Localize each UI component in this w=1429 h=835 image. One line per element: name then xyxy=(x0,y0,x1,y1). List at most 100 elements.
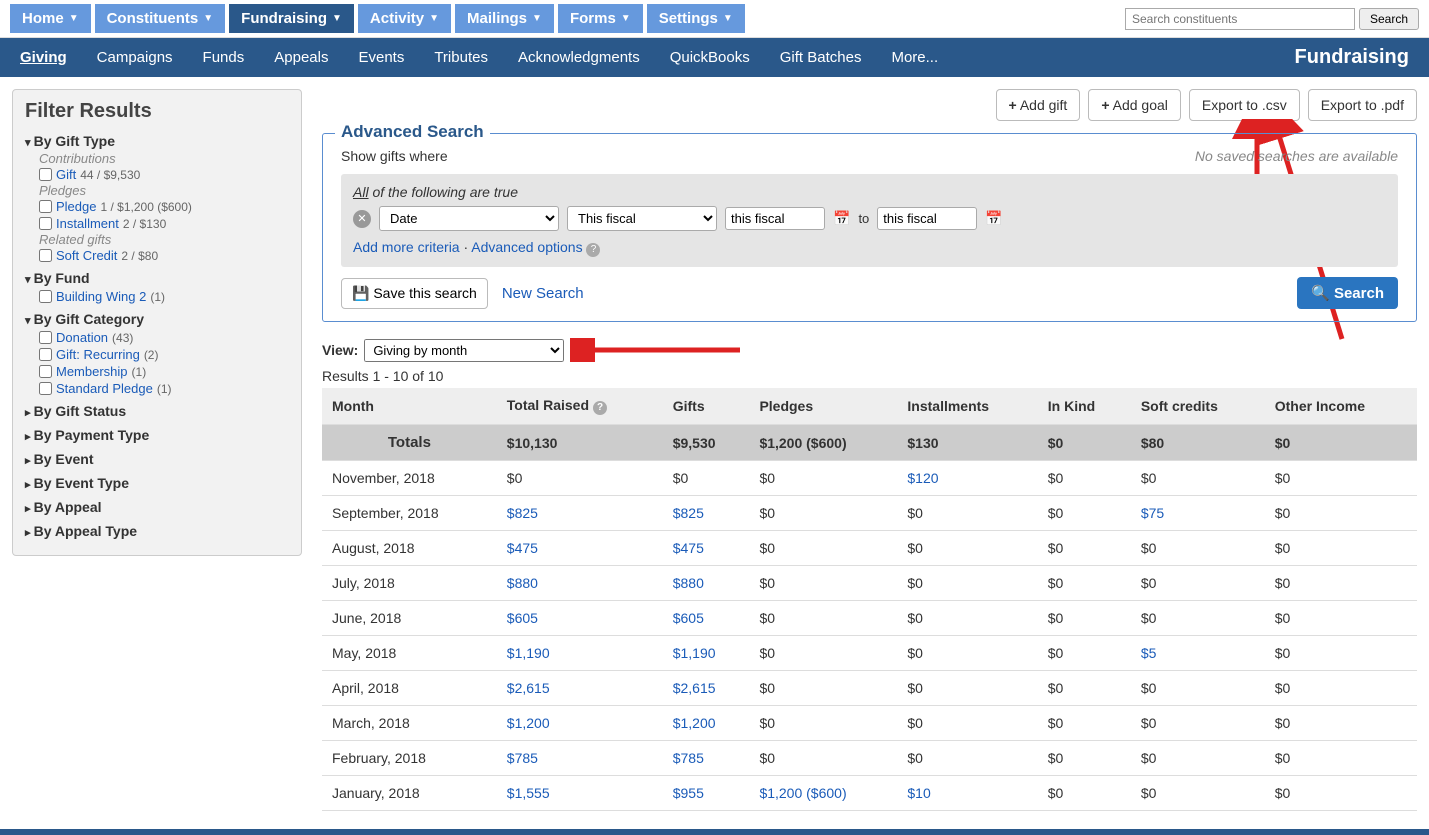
filter-link[interactable]: Soft Credit xyxy=(56,248,117,263)
search-input[interactable] xyxy=(1125,8,1355,30)
filter-link[interactable]: Building Wing 2 xyxy=(56,289,146,304)
help-icon[interactable]: ? xyxy=(586,243,600,257)
remove-criteria-icon[interactable]: ✕ xyxy=(353,210,371,228)
col-total-raised[interactable]: Total Raised? xyxy=(497,388,663,425)
col-month[interactable]: Month xyxy=(322,388,497,425)
filter-item[interactable]: Soft Credit 2 / $80 xyxy=(39,247,289,264)
cell-link[interactable]: $825 xyxy=(507,505,538,521)
cell-link[interactable]: $785 xyxy=(673,750,704,766)
filter-by-fund[interactable]: By Fund xyxy=(25,268,289,288)
filter-link[interactable]: Installment xyxy=(56,216,119,231)
col-gifts[interactable]: Gifts xyxy=(663,388,750,425)
subnav-giving[interactable]: Giving xyxy=(20,49,67,66)
advanced-options-link[interactable]: Advanced options xyxy=(471,239,582,255)
cell-link[interactable]: $605 xyxy=(673,610,704,626)
filter-item[interactable]: Installment 2 / $130 xyxy=(39,215,289,232)
col-installments[interactable]: Installments xyxy=(897,388,1037,425)
filter-by-event-type[interactable]: By Event Type xyxy=(25,473,289,493)
subnav-funds[interactable]: Funds xyxy=(203,49,245,66)
cell-link[interactable]: $880 xyxy=(673,575,704,591)
filter-checkbox[interactable] xyxy=(39,290,52,303)
filter-checkbox[interactable] xyxy=(39,331,52,344)
filter-by-event[interactable]: By Event xyxy=(25,449,289,469)
calendar-from-icon[interactable]: 📅 xyxy=(833,210,850,227)
cell-link[interactable]: $5 xyxy=(1141,645,1157,661)
cell-link[interactable]: $1,200 xyxy=(507,715,550,731)
filter-checkbox[interactable] xyxy=(39,365,52,378)
cell-link[interactable]: $1,200 ($600) xyxy=(759,785,846,801)
subnav-more-[interactable]: More... xyxy=(891,49,938,66)
filter-item[interactable]: Standard Pledge (1) xyxy=(39,380,289,397)
filter-item[interactable]: Membership (1) xyxy=(39,363,289,380)
nav-fundraising[interactable]: Fundraising ▼ xyxy=(229,4,354,33)
save-search-button[interactable]: 💾 Save this search xyxy=(341,278,488,309)
filter-link[interactable]: Standard Pledge xyxy=(56,381,153,396)
cell-link[interactable]: $475 xyxy=(507,540,538,556)
filter-item[interactable]: Pledge 1 / $1,200 ($600) xyxy=(39,198,289,215)
filter-by-appeal[interactable]: By Appeal xyxy=(25,497,289,517)
filter-checkbox[interactable] xyxy=(39,249,52,262)
filter-checkbox[interactable] xyxy=(39,382,52,395)
subnav-campaigns[interactable]: Campaigns xyxy=(97,49,173,66)
subnav-events[interactable]: Events xyxy=(358,49,404,66)
col-other-income[interactable]: Other Income xyxy=(1265,388,1417,425)
filter-checkbox[interactable] xyxy=(39,168,52,181)
filter-checkbox[interactable] xyxy=(39,217,52,230)
cell-link[interactable]: $825 xyxy=(673,505,704,521)
date-from-input[interactable] xyxy=(725,207,825,230)
cell-link[interactable]: $1,190 xyxy=(673,645,716,661)
view-select[interactable]: Giving by month xyxy=(364,339,564,362)
filter-checkbox[interactable] xyxy=(39,348,52,361)
subnav-acknowledgments[interactable]: Acknowledgments xyxy=(518,49,640,66)
export-csv-button[interactable]: Export to .csv xyxy=(1189,89,1300,121)
filter-item[interactable]: Gift: Recurring (2) xyxy=(39,346,289,363)
nav-mailings[interactable]: Mailings ▼ xyxy=(455,4,554,33)
cell-link[interactable]: $1,200 xyxy=(673,715,716,731)
export-pdf-button[interactable]: Export to .pdf xyxy=(1308,89,1417,121)
nav-settings[interactable]: Settings ▼ xyxy=(647,4,745,33)
filter-by-gift-status[interactable]: By Gift Status xyxy=(25,401,289,421)
cell-link[interactable]: $785 xyxy=(507,750,538,766)
col-in-kind[interactable]: In Kind xyxy=(1038,388,1131,425)
subnav-quickbooks[interactable]: QuickBooks xyxy=(670,49,750,66)
filter-link[interactable]: Membership xyxy=(56,364,128,379)
filter-link[interactable]: Donation xyxy=(56,330,108,345)
cell-link[interactable]: $120 xyxy=(907,470,938,486)
cell-link[interactable]: $1,555 xyxy=(507,785,550,801)
filter-item[interactable]: Gift 44 / $9,530 xyxy=(39,166,289,183)
filter-item[interactable]: Donation (43) xyxy=(39,329,289,346)
add-criteria-link[interactable]: Add more criteria xyxy=(353,239,460,255)
cell-link[interactable]: $75 xyxy=(1141,505,1164,521)
col-soft-credits[interactable]: Soft credits xyxy=(1131,388,1265,425)
cell-link[interactable]: $1,190 xyxy=(507,645,550,661)
subnav-appeals[interactable]: Appeals xyxy=(274,49,328,66)
filter-link[interactable]: Gift: Recurring xyxy=(56,347,140,362)
cell-link[interactable]: $955 xyxy=(673,785,704,801)
add-gift-button[interactable]: + Add gift xyxy=(996,89,1081,121)
search-go-button[interactable]: 🔍 Search xyxy=(1297,277,1398,309)
cell-link[interactable]: $2,615 xyxy=(673,680,716,696)
cell-link[interactable]: $880 xyxy=(507,575,538,591)
filter-checkbox[interactable] xyxy=(39,200,52,213)
cell-link[interactable]: $605 xyxy=(507,610,538,626)
nav-constituents[interactable]: Constituents ▼ xyxy=(95,4,226,33)
filter-by-appeal-type[interactable]: By Appeal Type xyxy=(25,521,289,541)
criteria-operator-select[interactable]: This fiscal xyxy=(567,206,717,231)
filter-item[interactable]: Building Wing 2 (1) xyxy=(39,288,289,305)
nav-home[interactable]: Home ▼ xyxy=(10,4,91,33)
nav-activity[interactable]: Activity ▼ xyxy=(358,4,451,33)
date-to-input[interactable] xyxy=(877,207,977,230)
filter-by-gift-category[interactable]: By Gift Category xyxy=(25,309,289,329)
nav-forms[interactable]: Forms ▼ xyxy=(558,4,643,33)
filter-by-payment-type[interactable]: By Payment Type xyxy=(25,425,289,445)
filter-link[interactable]: Pledge xyxy=(56,199,96,214)
add-goal-button[interactable]: + Add goal xyxy=(1088,89,1181,121)
subnav-gift-batches[interactable]: Gift Batches xyxy=(780,49,862,66)
filter-by-gift-type[interactable]: By Gift Type xyxy=(25,131,289,151)
subnav-tributes[interactable]: Tributes xyxy=(434,49,488,66)
criteria-field-select[interactable]: Date xyxy=(379,206,559,231)
col-pledges[interactable]: Pledges xyxy=(749,388,897,425)
cell-link[interactable]: $10 xyxy=(907,785,930,801)
cell-link[interactable]: $2,615 xyxy=(507,680,550,696)
search-button[interactable]: Search xyxy=(1359,8,1419,30)
